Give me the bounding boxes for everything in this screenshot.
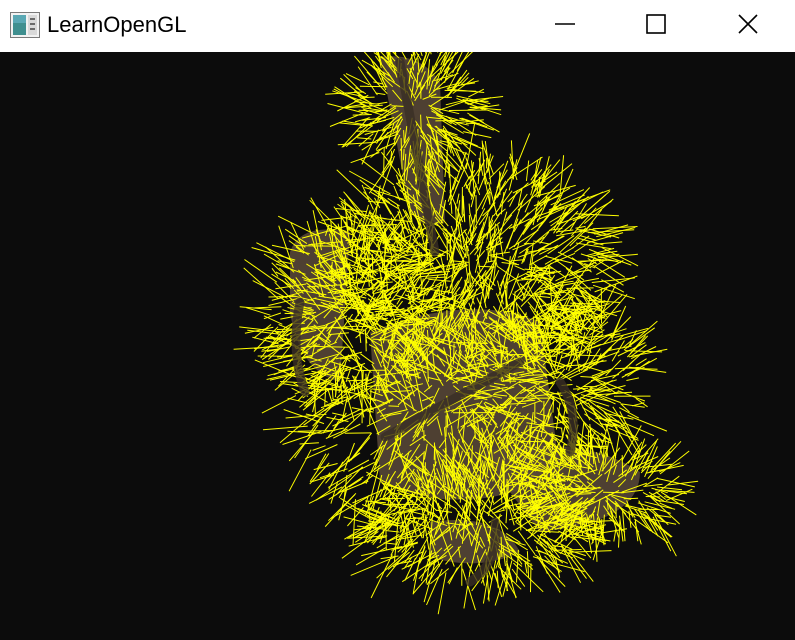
- rendered-scene: [233, 52, 699, 615]
- title-bar[interactable]: LearnOpenGL: [0, 0, 795, 52]
- close-icon: [738, 14, 758, 34]
- window-title: LearnOpenGL: [47, 12, 187, 37]
- opengl-viewport[interactable]: [0, 52, 795, 640]
- maximize-icon: [646, 14, 666, 34]
- minimize-button[interactable]: [542, 0, 588, 48]
- maximize-button[interactable]: [633, 0, 679, 48]
- minimize-icon: [555, 23, 575, 25]
- app-window: LearnOpenGL: [0, 0, 795, 640]
- close-button[interactable]: [725, 0, 771, 48]
- app-icon: [10, 12, 40, 38]
